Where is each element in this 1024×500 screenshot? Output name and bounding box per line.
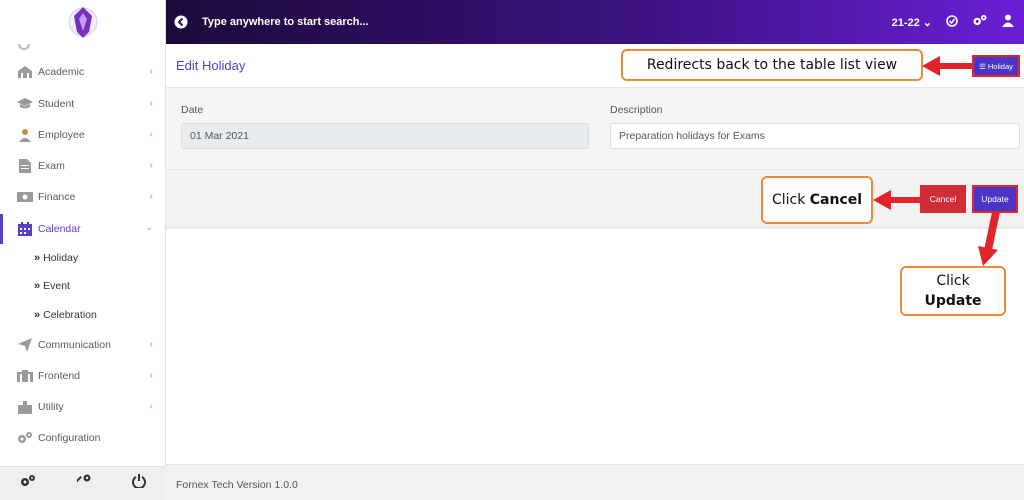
page-footer: Fornex Tech Version 1.0.0 (166, 464, 1024, 500)
chevron-left-icon: ‹ (149, 160, 153, 171)
sidebar-item-label: Configuration (38, 432, 101, 444)
session-selector[interactable]: 21-22 ⌄ (892, 16, 932, 29)
logo-area (0, 0, 165, 44)
calendar-icon (16, 222, 34, 236)
update-button[interactable]: Update (972, 185, 1018, 213)
user-icon[interactable] (1002, 14, 1014, 30)
sidebar-item-label: Student (38, 98, 75, 110)
gears-icon (16, 431, 34, 445)
sidebar-subitem-celebration[interactable]: » Celebration (34, 306, 97, 324)
form-actions: Cancel Update (166, 170, 1024, 228)
puzzle-icon (16, 400, 34, 414)
date-value: 01 Mar 2021 (190, 130, 249, 142)
cancel-button[interactable]: Cancel (920, 185, 966, 213)
description-field[interactable]: Preparation holidays for Exams (610, 123, 1020, 149)
partial-menu-icon (18, 44, 30, 50)
holiday-button-label: Holiday (987, 61, 1013, 71)
cancel-callout-text: Click Cancel (772, 192, 862, 208)
sidebar-menu: Academic ‹ Student ‹ Employee ‹ Exam ‹ F… (0, 44, 166, 464)
top-bar: Type anywhere to start search... 21-22 ⌄ (166, 0, 1024, 44)
logo-icon (68, 7, 97, 38)
chevron-left-icon: ‹ (149, 339, 153, 350)
chevron-left-icon: ‹ (149, 129, 153, 140)
document-icon (16, 159, 34, 173)
sidebar-item-employee[interactable]: Employee ‹ (0, 121, 165, 149)
key-icon[interactable] (74, 474, 91, 493)
redirect-callout-text: Redirects back to the table list view (646, 57, 898, 73)
sidebar-item-label: Finance (38, 191, 76, 203)
graduation-cap-icon (16, 97, 34, 111)
search-input[interactable]: Type anywhere to start search... (202, 16, 369, 28)
power-icon[interactable] (131, 474, 146, 493)
sidebar-item-label: Academic (38, 66, 85, 78)
description-value: Preparation holidays for Exams (619, 130, 765, 142)
sidebar-item-configuration[interactable]: Configuration (0, 424, 165, 452)
sidebar-item-label: Communication (38, 339, 111, 351)
chevron-left-icon: ‹ (149, 98, 153, 109)
paper-plane-icon (16, 338, 34, 352)
sidebar-item-label: Utility (38, 401, 64, 413)
cancel-callout-prefix: Click (771, 192, 810, 208)
back-arrow-icon[interactable] (174, 15, 188, 29)
sidebar-footer (0, 466, 166, 500)
sidebar-subitem-label: Event (43, 280, 70, 292)
sidebar-item-label: Exam (38, 160, 65, 172)
sidebar-subitem-label: Celebration (43, 309, 97, 321)
update-callout-bold: Update (924, 293, 982, 309)
money-icon (16, 190, 34, 204)
sidebar-item-utility[interactable]: Utility ‹ (0, 393, 165, 421)
sidebar-item-finance[interactable]: Finance ‹ (0, 183, 165, 211)
sidebar: Academic ‹ Student ‹ Employee ‹ Exam ‹ F… (0, 0, 166, 500)
footer-text: Fornex Tech Version 1.0.0 (176, 479, 298, 491)
sidebar-item-label: Frontend (38, 370, 81, 382)
sidebar-item-exam[interactable]: Exam ‹ (0, 152, 165, 180)
sidebar-item-label: Calendar (38, 223, 81, 235)
chevron-left-icon: ‹ (149, 191, 153, 202)
content-area (166, 229, 1024, 464)
topbar-right: 21-22 ⌄ (892, 0, 1014, 44)
chevron-down-icon: ⌄ (922, 16, 932, 29)
frontend-icon (16, 369, 34, 383)
redirect-callout: Redirects back to the table list view (621, 49, 923, 81)
chevron-left-icon: ‹ (149, 370, 153, 381)
gears-icon[interactable] (972, 14, 988, 30)
date-label: Date (181, 104, 204, 116)
sidebar-item-communication[interactable]: Communication ‹ (0, 331, 165, 359)
chevron-down-icon: ⌄ (145, 222, 153, 232)
holiday-list-button[interactable]: ☰ Holiday (972, 55, 1020, 77)
description-label: Description (610, 104, 663, 116)
edit-holiday-form: Date 01 Mar 2021 Description Preparation… (166, 88, 1024, 170)
sidebar-item-frontend[interactable]: Frontend ‹ (0, 362, 165, 390)
cancel-callout-bold: Cancel (809, 192, 863, 208)
sidebar-item-calendar[interactable]: Calendar ⌄ (0, 214, 165, 244)
chevron-left-icon: ‹ (149, 66, 153, 77)
double-chevron-icon: » (34, 280, 41, 292)
sidebar-item-academic[interactable]: Academic ‹ (0, 58, 165, 86)
page-title: Edit Holiday (176, 58, 246, 73)
update-callout-prefix: Click (936, 273, 970, 289)
sidebar-subitem-event[interactable]: » Event (34, 277, 70, 295)
settings-icon[interactable] (20, 474, 36, 493)
chevron-left-icon: ‹ (149, 401, 153, 412)
check-circle-icon[interactable] (946, 14, 958, 30)
sidebar-subitem-holiday[interactable]: » Holiday (34, 249, 78, 267)
update-callout: Click Update (900, 266, 1006, 316)
double-chevron-icon: » (34, 252, 41, 264)
sidebar-item-label: Employee (38, 129, 85, 141)
employee-icon (16, 128, 34, 142)
double-chevron-icon: » (34, 309, 41, 321)
sidebar-subitem-label: Holiday (43, 252, 79, 264)
academic-icon (16, 65, 34, 79)
session-label: 21-22 (891, 16, 920, 29)
sidebar-item-student[interactable]: Student ‹ (0, 90, 165, 118)
list-icon: ☰ (979, 61, 986, 71)
cancel-callout: Click Cancel (761, 176, 873, 224)
date-field: 01 Mar 2021 (181, 123, 589, 149)
